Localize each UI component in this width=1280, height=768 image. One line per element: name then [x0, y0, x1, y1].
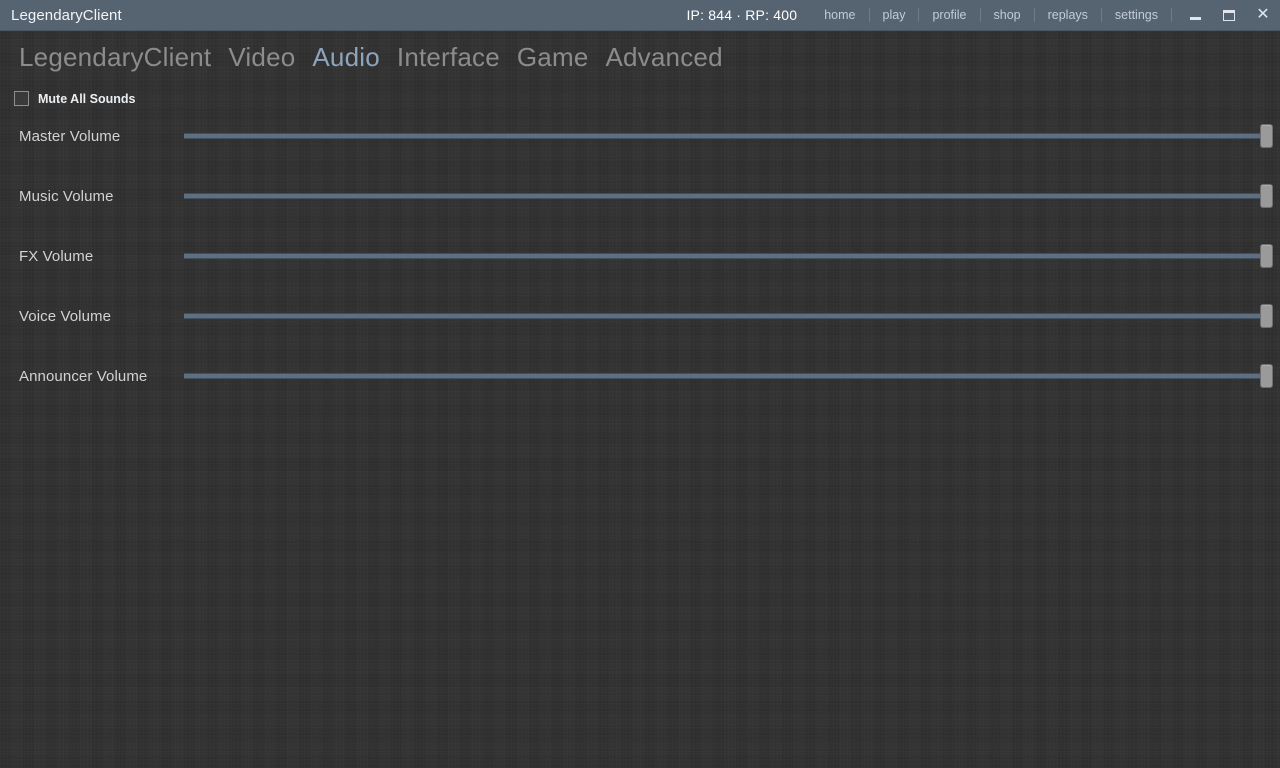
top-nav: home play profile shop replays settings [811, 0, 1172, 31]
audio-settings-panel: Mute All Sounds Master Volume Music Volu… [0, 83, 1280, 768]
nav-item-play[interactable]: play [870, 0, 919, 31]
settings-tab-bar: LegendaryClient Video Audio Interface Ga… [0, 31, 1280, 83]
mute-all-sounds-label: Mute All Sounds [38, 91, 136, 106]
nav-item-settings[interactable]: settings [1102, 0, 1171, 31]
slider-row-announcer-volume: Announcer Volume [0, 361, 1280, 391]
slider-label-voice-volume: Voice Volume [19, 307, 112, 325]
nav-item-home[interactable]: home [811, 0, 868, 31]
window-controls: ✕ [1172, 0, 1280, 31]
slider-row-music-volume: Music Volume [0, 181, 1280, 211]
tab-interface[interactable]: Interface [397, 42, 500, 73]
minimize-button[interactable] [1178, 0, 1212, 31]
mute-all-sounds-checkbox[interactable] [14, 91, 29, 106]
slider-thumb[interactable] [1260, 244, 1273, 268]
slider-thumb[interactable] [1260, 364, 1273, 388]
slider-label-fx-volume: FX Volume [19, 247, 94, 265]
title-bar: LegendaryClient IP: 844 · RP: 400 home p… [0, 0, 1280, 31]
tab-audio[interactable]: Audio [312, 42, 380, 73]
nav-item-profile[interactable]: profile [919, 0, 979, 31]
close-button[interactable]: ✕ [1246, 0, 1280, 31]
tab-game[interactable]: Game [517, 42, 589, 73]
slider-thumb[interactable] [1260, 304, 1273, 328]
client-window: LegendaryClient IP: 844 · RP: 400 home p… [0, 0, 1280, 768]
slider-thumb[interactable] [1260, 124, 1273, 148]
nav-item-shop[interactable]: shop [981, 0, 1034, 31]
slider-row-master-volume: Master Volume [0, 121, 1280, 151]
slider-fx-volume[interactable] [184, 244, 1273, 268]
window-title: LegendaryClient [11, 6, 122, 24]
minimize-icon [1189, 17, 1201, 20]
nav-item-replays[interactable]: replays [1035, 0, 1101, 31]
mute-all-sounds-row[interactable]: Mute All Sounds [14, 91, 135, 106]
slider-music-volume[interactable] [184, 184, 1273, 208]
slider-voice-volume[interactable] [184, 304, 1273, 328]
slider-announcer-volume[interactable] [184, 364, 1273, 388]
currency-display: IP: 844 · RP: 400 [686, 7, 798, 23]
slider-label-announcer-volume: Announcer Volume [19, 367, 148, 385]
maximize-icon [1223, 9, 1235, 21]
close-icon: ✕ [1256, 6, 1270, 23]
tab-legendaryclient[interactable]: LegendaryClient [19, 42, 211, 73]
slider-track[interactable] [184, 253, 1266, 259]
slider-track[interactable] [184, 133, 1266, 139]
slider-row-fx-volume: FX Volume [0, 241, 1280, 271]
slider-row-voice-volume: Voice Volume [0, 301, 1280, 331]
tab-advanced[interactable]: Advanced [605, 42, 722, 73]
slider-track[interactable] [184, 373, 1266, 379]
maximize-button[interactable] [1212, 0, 1246, 31]
slider-master-volume[interactable] [184, 124, 1273, 148]
slider-thumb[interactable] [1260, 184, 1273, 208]
slider-track[interactable] [184, 313, 1266, 319]
tab-video[interactable]: Video [228, 42, 295, 73]
slider-track[interactable] [184, 193, 1266, 199]
slider-label-music-volume: Music Volume [19, 187, 114, 205]
slider-label-master-volume: Master Volume [19, 127, 121, 145]
